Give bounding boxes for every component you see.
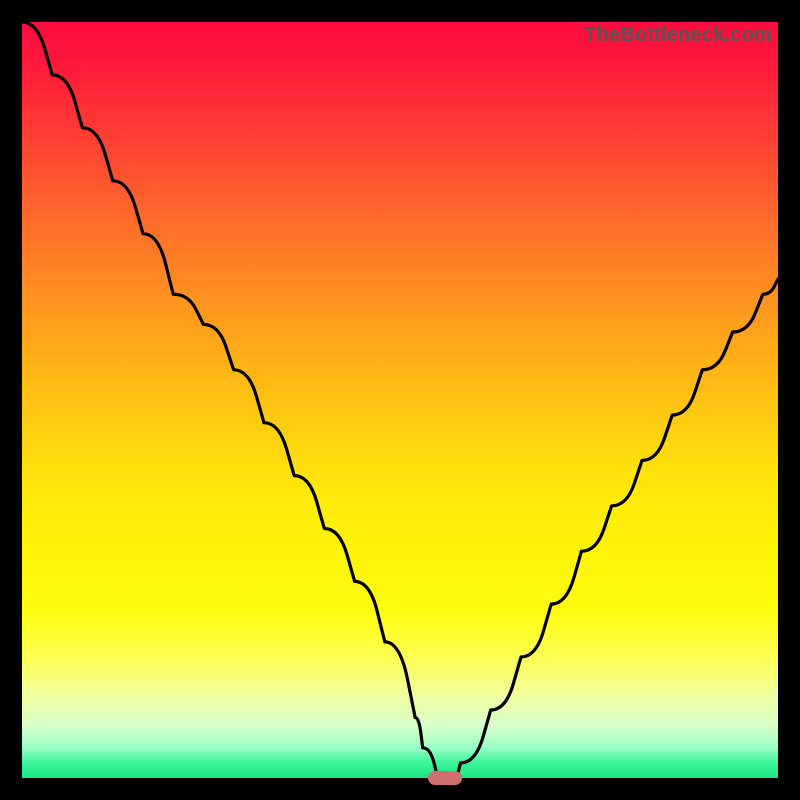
plot-area: TheBottleneck.com bbox=[22, 22, 778, 778]
bottleneck-curve bbox=[22, 22, 778, 778]
optimal-marker bbox=[428, 771, 462, 785]
chart-frame: TheBottleneck.com bbox=[0, 0, 800, 800]
curve-path bbox=[22, 22, 778, 778]
